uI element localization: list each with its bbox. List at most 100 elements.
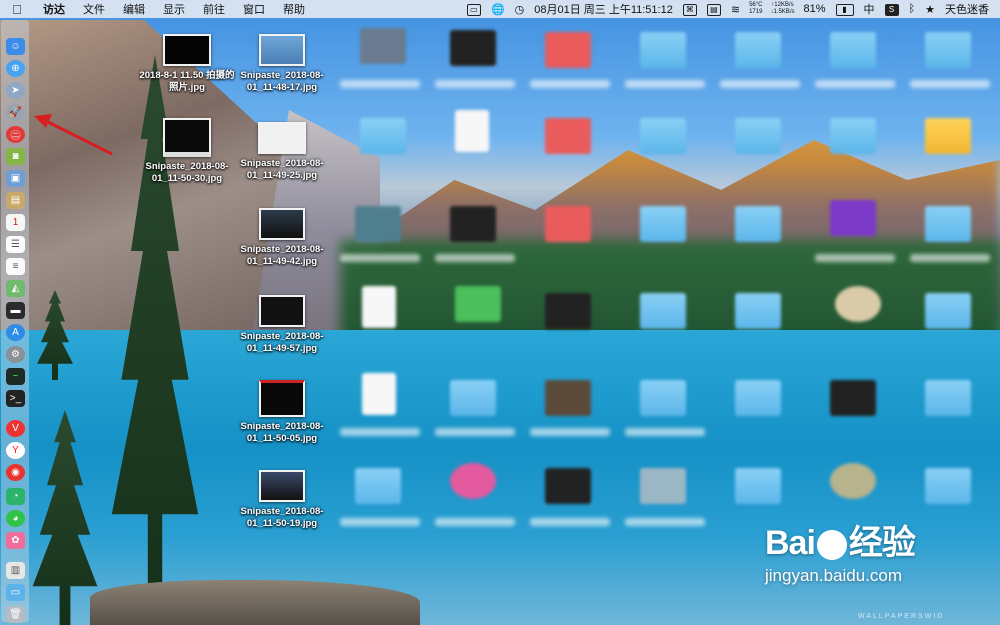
documents-icon[interactable]: ▥ [6,562,25,579]
blurred-folder-icon[interactable] [735,206,781,242]
blurred-app-icon[interactable] [455,286,501,322]
finder-icon[interactable]: ☺ [6,38,25,55]
desktop-file[interactable]: Snipaste_2018-08-01_11-50-30.jpg [139,118,235,185]
bluetooth-icon[interactable]: ᛒ [904,3,921,15]
desktop-file[interactable]: Snipaste_2018-08-01_11-48-17.jpg [234,34,330,94]
blurred-icon[interactable] [545,118,591,154]
clock-icon[interactable]: ◷ [510,3,530,16]
blurred-document-icon[interactable] [455,110,489,152]
blurred-folder-icon[interactable] [735,380,781,416]
weibo-icon[interactable]: ◉ [6,464,25,481]
activity-monitor-icon[interactable]: ~ [6,368,25,385]
blurred-app-icon[interactable] [835,286,881,322]
blurred-icon[interactable] [830,380,876,416]
blurred-folder-icon[interactable] [735,293,781,329]
apple-menu-icon[interactable]:  [0,2,34,17]
blurred-document-icon[interactable] [362,286,396,328]
trash-icon[interactable]: 🗑 [6,606,25,623]
menu-help[interactable]: 帮助 [274,1,314,17]
reminders-icon[interactable]: ☰ [6,236,25,253]
globe-icon[interactable]: 🌐 [486,3,510,16]
terminal-icon[interactable]: ▬ [6,302,25,319]
blurred-icon[interactable] [545,468,591,504]
blurred-folder-icon[interactable] [355,468,401,504]
blurred-app-icon[interactable] [450,463,496,499]
desktop-file[interactable]: Snipaste_2018-08-01_11-50-05.jpg [234,380,330,445]
blurred-icon[interactable] [545,206,591,242]
blurred-icon[interactable] [545,293,591,329]
compass-icon[interactable]: ➤ [6,82,25,99]
desktop-file[interactable]: 2018-8-1 11.50 拍摄的照片.jpg [139,34,235,94]
calendar-icon[interactable]: 1 [6,214,25,231]
blurred-icon[interactable] [545,380,591,416]
desktop-file[interactable]: Snipaste_2018-08-01_11-50-19.jpg [234,470,330,530]
blurred-icon[interactable] [545,32,591,68]
blurred-icon[interactable] [355,206,401,242]
notes-icon[interactable]: ▤ [6,192,25,209]
menu-go[interactable]: 前往 [194,1,234,17]
green-app-icon[interactable]: ◔ [6,488,25,505]
blurred-app-icon[interactable] [830,463,876,499]
blurred-document-icon[interactable] [362,373,396,415]
appstore-icon[interactable]: A [6,324,25,341]
blurred-folder-icon[interactable] [925,468,971,504]
folder-icon[interactable]: ▭ [6,584,25,601]
menu-finder[interactable]: 访达 [34,1,74,17]
battery-icon[interactable]: ▮ [831,3,859,16]
user-name[interactable]: 天色迷香 [940,1,994,17]
yandex-icon[interactable]: Y [6,442,25,459]
blurred-folder-icon[interactable] [735,32,781,68]
blurred-folder-icon[interactable] [735,118,781,154]
vivaldi-icon[interactable]: V [6,420,25,437]
net-stats[interactable]: ↑12KB/s ↓1.5KB/s [766,2,798,16]
maps-icon[interactable]: ◭ [6,280,25,297]
screen-icon[interactable]: ▭ [462,3,486,16]
wechat-icon[interactable]: ◕ [6,510,25,527]
blurred-folder-icon[interactable] [925,118,971,154]
input-method[interactable]: 中 [859,1,880,17]
battery-percent[interactable]: 81% [798,3,830,15]
blurred-app-icon[interactable] [830,200,876,236]
blurred-folder-icon[interactable] [735,468,781,504]
cpu-stats[interactable]: 56°C 1719 [745,2,766,16]
blurred-folder-icon[interactable] [450,380,496,416]
desktop-file[interactable]: Snipaste_2018-08-01_11-49-57.jpg [234,295,330,355]
blurred-folder-icon[interactable] [640,380,686,416]
notes-list-icon[interactable]: ≡ [6,258,25,275]
blurred-folder-icon[interactable] [925,380,971,416]
photos-icon[interactable]: ✿ [6,532,25,549]
blurred-folder-icon[interactable] [640,118,686,154]
blurred-folder-icon[interactable] [360,118,406,154]
s-app-icon[interactable]: S [880,3,904,16]
blurred-folder-icon[interactable] [640,206,686,242]
android-icon[interactable]: ◙ [6,148,25,165]
preview-icon[interactable]: ▣ [6,170,25,187]
console-icon[interactable]: >_ [6,390,25,407]
safari-icon[interactable]: ⊕ [6,60,25,77]
blurred-icon[interactable] [450,206,496,242]
blurred-folder-icon[interactable] [925,206,971,242]
blurred-folder-icon[interactable] [925,293,971,329]
desktop-file[interactable]: Snipaste_2018-08-01_11-49-25.jpg [234,122,330,182]
blurred-folder-icon[interactable] [830,118,876,154]
tool-icon[interactable]: ⌘ [678,3,702,16]
menu-view[interactable]: 显示 [154,1,194,17]
menu-edit[interactable]: 编辑 [114,1,154,17]
menu-file[interactable]: 文件 [74,1,114,17]
blurred-icon[interactable] [450,30,496,66]
blurred-folder-icon[interactable] [640,32,686,68]
blurred-icon[interactable] [360,28,406,64]
star-icon[interactable]: ★ [920,3,940,16]
red-app-icon[interactable]: ㊁ [6,126,25,143]
blurred-icon[interactable] [640,468,686,504]
menu-window[interactable]: 窗口 [234,1,274,17]
wifi-icon[interactable]: ≋ [726,3,745,16]
blurred-folder-icon[interactable] [830,32,876,68]
system-prefs-icon[interactable]: ⚙ [6,346,25,363]
launchpad-icon[interactable]: 🚀 [6,104,25,121]
tool-icon-2[interactable]: ▤ [702,3,726,16]
blurred-folder-icon[interactable] [925,32,971,68]
blurred-folder-icon[interactable] [640,293,686,329]
date-time[interactable]: 08月01日 周三 上午11:51:12 [529,1,678,17]
desktop-file[interactable]: Snipaste_2018-08-01_11-49-42.jpg [234,208,330,268]
